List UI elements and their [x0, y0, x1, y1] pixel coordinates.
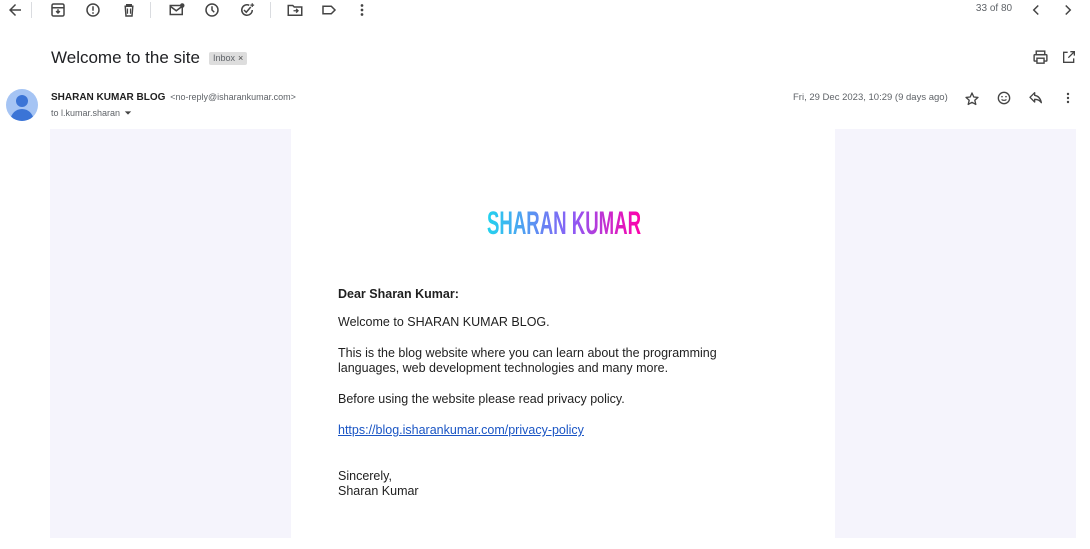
recipient-details[interactable]: to l.kumar.sharan	[51, 108, 132, 118]
privacy-note: Before using the website please read pri…	[338, 392, 625, 406]
emoji-icon[interactable]	[994, 88, 1014, 108]
privacy-policy-link[interactable]: https://blog.isharankumar.com/privacy-po…	[338, 423, 584, 437]
closing: Sincerely,	[338, 469, 392, 483]
logo-text: SHARAN KUMAR	[487, 205, 641, 241]
sender-name[interactable]: SHARAN KUMAR BLOG	[51, 92, 165, 103]
sender-email: <no-reply@isharankumar.com>	[170, 92, 296, 102]
greeting: Dear Sharan Kumar:	[338, 287, 459, 301]
description-line-1: This is the blog website where you can l…	[338, 346, 717, 360]
label-icon[interactable]	[319, 0, 339, 20]
toolbar-divider	[270, 2, 271, 18]
back-arrow-icon[interactable]	[5, 0, 25, 20]
email-subject: Welcome to the site	[51, 48, 200, 67]
remove-label-icon[interactable]: ×	[238, 53, 243, 63]
toolbar-divider	[31, 2, 32, 18]
move-to-icon[interactable]	[285, 0, 305, 20]
add-task-icon[interactable]	[237, 0, 257, 20]
toolbar: 33 of 80	[0, 0, 1090, 20]
open-new-window-icon[interactable]	[1059, 47, 1079, 67]
label-chip-text: Inbox	[212, 53, 236, 63]
more-vert-icon[interactable]	[1058, 88, 1078, 108]
sharan-kumar-logo: SHARAN KUMAR	[487, 205, 641, 241]
inbox-label-chip[interactable]: Inbox ×	[208, 51, 248, 65]
email-body-canvas: SHARAN KUMAR Dear Sharan Kumar: Welcome …	[50, 129, 1076, 538]
mark-unread-icon[interactable]	[167, 0, 187, 20]
privacy-link-line: https://blog.isharankumar.com/privacy-po…	[338, 423, 584, 438]
description-line-2: languages, web development technologies …	[338, 361, 669, 375]
sender-line: SHARAN KUMAR BLOG <no-reply@isharankumar…	[51, 92, 296, 103]
subject-row: Welcome to the site Inbox ×	[51, 46, 248, 70]
recipient-text: to l.kumar.sharan	[51, 108, 121, 118]
report-spam-icon[interactable]	[83, 0, 103, 20]
chevron-left-icon[interactable]	[1026, 0, 1046, 20]
toolbar-divider	[150, 2, 151, 18]
welcome-line: Welcome to SHARAN KUMAR BLOG.	[338, 315, 550, 329]
chevron-down-icon[interactable]	[124, 109, 132, 117]
message-date: Fri, 29 Dec 2023, 10:29 (9 days ago)	[793, 92, 948, 103]
reply-icon[interactable]	[1026, 88, 1046, 108]
archive-icon[interactable]	[48, 0, 68, 20]
print-icon[interactable]	[1030, 47, 1050, 67]
snooze-icon[interactable]	[202, 0, 222, 20]
message-counter: 33 of 80	[975, 3, 1013, 14]
email-content-card: SHARAN KUMAR Dear Sharan Kumar: Welcome …	[291, 129, 835, 538]
delete-icon[interactable]	[119, 0, 139, 20]
more-vert-icon[interactable]	[352, 0, 372, 20]
star-icon[interactable]	[962, 89, 982, 109]
signature: Sharan Kumar	[338, 484, 419, 498]
chevron-right-icon[interactable]	[1058, 0, 1078, 20]
sender-avatar[interactable]	[6, 89, 38, 121]
